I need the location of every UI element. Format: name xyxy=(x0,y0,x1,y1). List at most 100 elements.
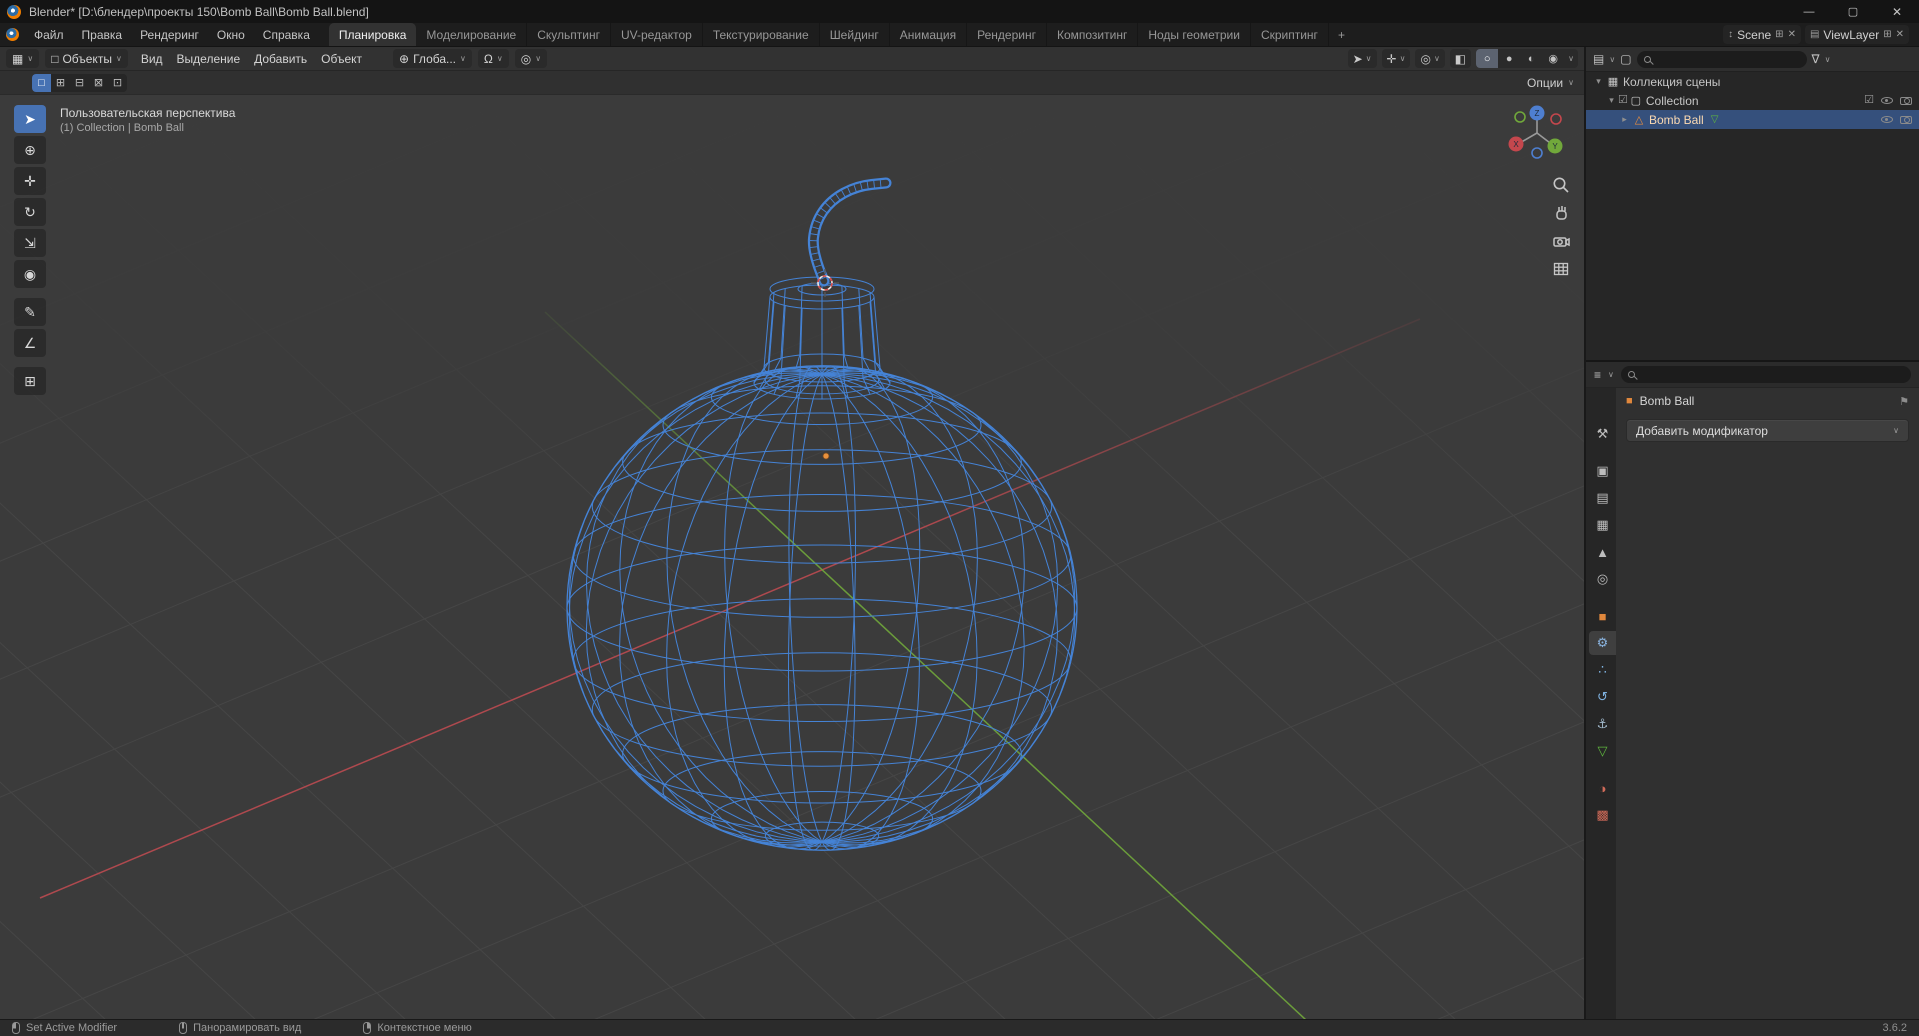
unlink-scene-icon[interactable]: ✕ xyxy=(1788,29,1796,40)
scene-selector[interactable]: ↕ Scene ⊞ ✕ xyxy=(1723,25,1801,44)
world-tab[interactable]: ◎ xyxy=(1589,567,1616,591)
annotate-tool[interactable]: ✎ xyxy=(14,298,46,326)
mode-selector[interactable]: □ Объекты ∨ xyxy=(45,49,128,68)
scene-browse-icon[interactable]: ↕ xyxy=(1728,29,1733,40)
disclosure-triangle-icon[interactable]: ▾ xyxy=(1592,76,1605,87)
properties-search[interactable] xyxy=(1620,366,1911,383)
add-modifier-button[interactable]: Добавить модификатор ∨ xyxy=(1626,419,1909,442)
outliner-item-label[interactable]: Collection xyxy=(1646,94,1699,108)
rotate-tool[interactable]: ↻ xyxy=(14,198,46,226)
new-viewlayer-icon[interactable]: ⊞ xyxy=(1883,29,1891,40)
camera-view-button[interactable] xyxy=(1549,229,1573,253)
select-box-tool[interactable]: ➤ xyxy=(14,105,46,133)
workspace-tab-6[interactable]: Анимация xyxy=(890,23,968,46)
properties-editor-icon[interactable]: ≡ xyxy=(1594,368,1601,382)
constraints-tab[interactable]: ⚓ xyxy=(1589,712,1616,736)
unlink-viewlayer-icon[interactable]: ✕ xyxy=(1896,29,1904,40)
object-types-toggle[interactable]: ➤ ∨ xyxy=(1347,49,1377,68)
gizmos-toggle[interactable]: ✛ ∨ xyxy=(1381,49,1411,68)
outliner-search[interactable] xyxy=(1636,50,1807,68)
select-mode-subtract-button[interactable]: ⊟ xyxy=(70,74,89,92)
app-menu-1[interactable]: Правка xyxy=(73,23,132,46)
collection-checkbox[interactable]: ☑ xyxy=(1618,95,1628,106)
outliner-item-label[interactable]: Коллекция сцены xyxy=(1623,75,1720,89)
object-tab[interactable]: ■ xyxy=(1589,604,1616,628)
workspace-tab-9[interactable]: Ноды геометрии xyxy=(1138,23,1251,46)
viewlayer-browse-icon[interactable]: ▤ xyxy=(1810,29,1819,40)
scene-tab[interactable]: ▲ xyxy=(1589,540,1616,564)
app-menu-button[interactable] xyxy=(0,23,25,46)
disclosure-triangle-icon[interactable]: ▾ xyxy=(1605,95,1618,106)
workspace-tab-3[interactable]: UV-редактор xyxy=(611,23,703,46)
new-scene-icon[interactable]: ⊞ xyxy=(1775,29,1783,40)
app-menu-2[interactable]: Рендеринг xyxy=(131,23,208,46)
workspace-tab-7[interactable]: Рендеринг xyxy=(967,23,1047,46)
select-mode-new-button[interactable]: □ xyxy=(32,73,51,92)
scale-tool[interactable]: ⇲ xyxy=(14,229,46,257)
viewport-menu-0[interactable]: Вид xyxy=(134,52,170,66)
zoom-button[interactable] xyxy=(1549,173,1573,197)
viewport-menu-2[interactable]: Добавить xyxy=(247,52,314,66)
viewlayer-selector[interactable]: ▤ ViewLayer ⊞ ✕ xyxy=(1804,25,1909,44)
data-tab[interactable]: ▽ xyxy=(1589,739,1616,763)
disclosure-triangle-icon[interactable]: ▸ xyxy=(1618,114,1631,125)
output-tab[interactable]: ▤ xyxy=(1589,486,1616,510)
close-button[interactable]: ✕ xyxy=(1875,0,1919,23)
app-menu-4[interactable]: Справка xyxy=(254,23,319,46)
move-tool[interactable]: ✛ xyxy=(14,167,46,195)
toggle-projection-button[interactable] xyxy=(1549,257,1573,281)
tool-tab[interactable]: ⚒ xyxy=(1589,422,1616,446)
transform-tool[interactable]: ◉ xyxy=(14,260,46,288)
workspace-tab-8[interactable]: Композитинг xyxy=(1047,23,1139,46)
outliner-row-mesh-object[interactable]: ▸ △ Bomb Ball ▽ xyxy=(1586,110,1919,129)
select-mode-intersect-button[interactable]: ⊡ xyxy=(108,74,127,92)
maximize-button[interactable]: ▢ xyxy=(1831,0,1875,23)
app-menu-3[interactable]: Окно xyxy=(208,23,254,46)
pan-button[interactable] xyxy=(1549,201,1573,225)
pin-icon[interactable]: ⚑ xyxy=(1899,395,1909,408)
selectability-checkbox[interactable]: ☑ xyxy=(1864,95,1874,106)
snap-toggle[interactable]: Ω ∨ xyxy=(477,49,509,68)
gizmo-neg-y-ball[interactable] xyxy=(1514,111,1526,123)
workspace-tab-1[interactable]: Моделирование xyxy=(416,23,528,46)
camera-render-icon[interactable] xyxy=(1900,96,1912,105)
app-menu-0[interactable]: Файл xyxy=(25,23,73,46)
workspace-tab-0[interactable]: Планировка xyxy=(328,23,417,46)
minimize-button[interactable]: — xyxy=(1787,0,1831,23)
select-mode-extend-button[interactable]: ⊞ xyxy=(51,74,70,92)
viewport-menu-3[interactable]: Объект xyxy=(314,52,369,66)
eye-icon[interactable] xyxy=(1881,97,1893,104)
properties-search-input[interactable] xyxy=(1638,368,1911,381)
shading-rendered-button[interactable]: ◉ xyxy=(1542,49,1564,68)
gizmo-neg-x-ball[interactable] xyxy=(1550,113,1562,125)
navigation-gizmo[interactable]: Z X Y xyxy=(1505,103,1569,167)
outliner-row-scene-collection[interactable]: ▾ ▦ Коллекция сцены xyxy=(1586,72,1919,91)
measure-tool[interactable]: ∠ xyxy=(14,329,46,357)
texture-tab[interactable]: ▩ xyxy=(1589,803,1616,827)
physics-tab[interactable]: ↺ xyxy=(1589,685,1616,709)
shading-material-button[interactable]: ◐ xyxy=(1520,49,1542,68)
proportional-editing-toggle[interactable]: ◎ ∨ xyxy=(514,49,548,68)
render-tab[interactable]: ▣ xyxy=(1589,459,1616,483)
modifiers-tab[interactable]: ⚙ xyxy=(1589,631,1616,655)
viewport-canvas[interactable] xyxy=(0,71,1586,1019)
add-workspace-button[interactable]: + xyxy=(1329,23,1354,46)
outliner-search-input[interactable] xyxy=(1654,53,1807,65)
xray-toggle[interactable]: ◧ xyxy=(1449,49,1472,68)
outliner-editor-icon[interactable]: ▤ xyxy=(1593,52,1604,66)
shading-wireframe-button[interactable]: ○ xyxy=(1476,49,1499,68)
editor-type-button[interactable]: ▦ ∨ xyxy=(6,49,40,68)
view-layer-tab[interactable]: ▦ xyxy=(1589,513,1616,537)
outliner-display-mode-icon[interactable]: ▢ xyxy=(1620,52,1631,66)
workspace-tab-10[interactable]: Скриптинг xyxy=(1251,23,1329,46)
gizmo-neg-z-ball[interactable] xyxy=(1531,147,1543,159)
material-tab[interactable]: ◑ xyxy=(1589,776,1616,800)
filter-icon[interactable]: ∇ xyxy=(1812,52,1820,66)
eye-icon[interactable] xyxy=(1881,116,1893,123)
cursor-tool[interactable]: ⊕ xyxy=(14,136,46,164)
overlays-toggle[interactable]: ◎ ∨ xyxy=(1415,49,1445,68)
workspace-tab-2[interactable]: Скульптинг xyxy=(527,23,611,46)
object-origin-dot[interactable] xyxy=(822,452,830,460)
workspace-tab-4[interactable]: Текстурирование xyxy=(703,23,820,46)
add-cube-tool[interactable]: ⊞ xyxy=(14,367,46,395)
